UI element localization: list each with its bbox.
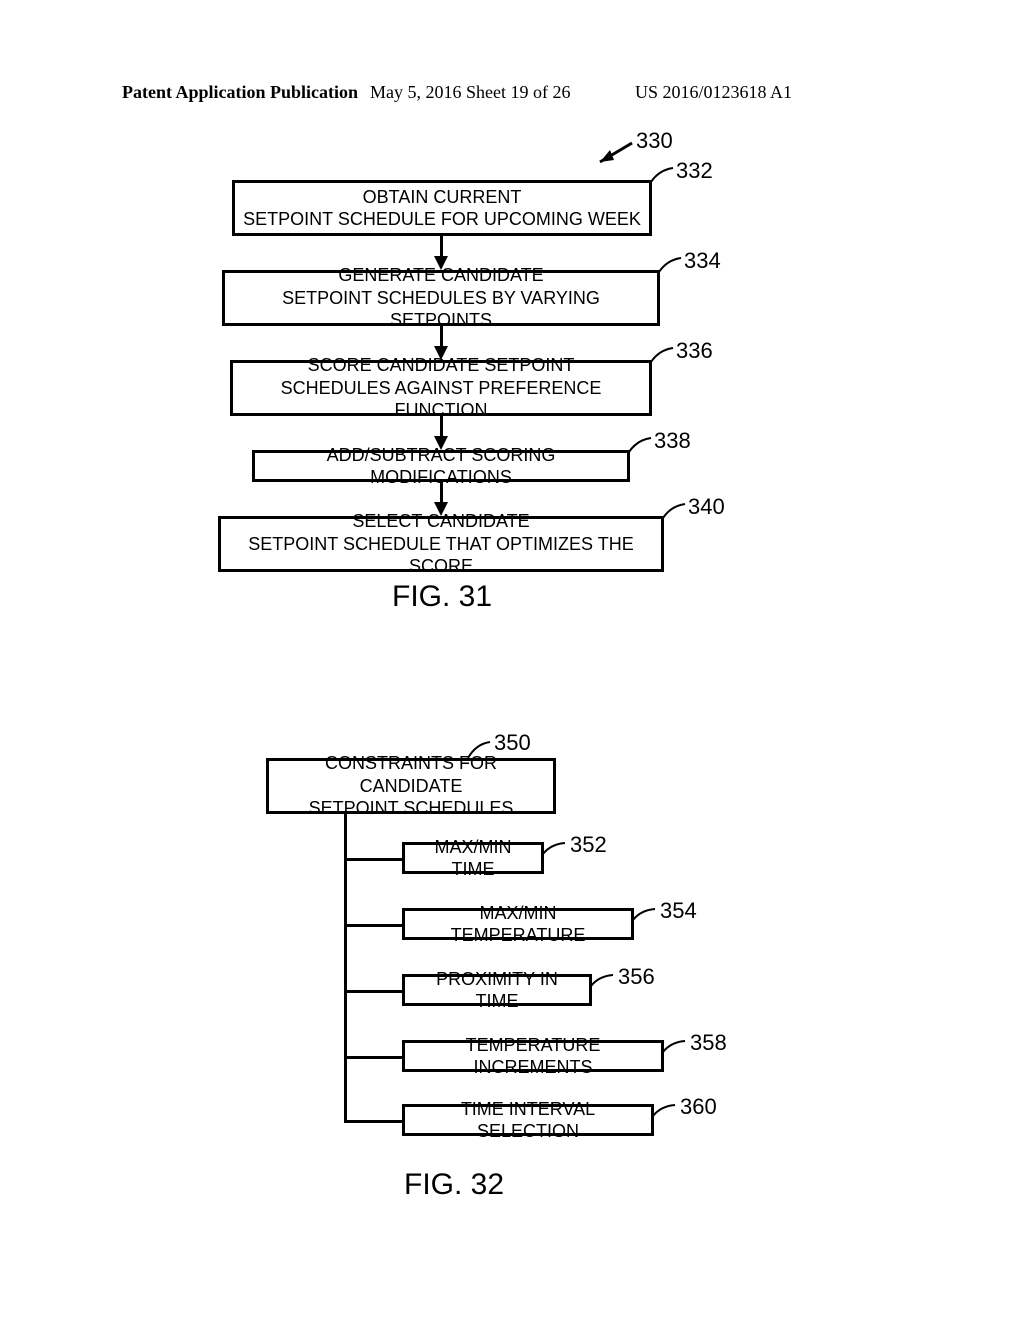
flow-step-334-l2: SETPOINT SCHEDULES BY VARYING SETPOINTS (231, 287, 651, 332)
leader-354 (633, 906, 663, 928)
ref-358: 358 (690, 1030, 727, 1056)
header-right: US 2016/0123618 A1 (635, 82, 792, 103)
ref-354: 354 (660, 898, 697, 924)
ref-334: 334 (684, 248, 721, 274)
flow-step-340: SELECT CANDIDATE SETPOINT SCHEDULE THAT … (218, 516, 664, 572)
fig32-caption: FIG. 32 (404, 1168, 504, 1202)
flow-step-332-l2: SETPOINT SCHEDULE FOR UPCOMING WEEK (243, 208, 641, 231)
ref-338: 338 (654, 428, 691, 454)
flow-step-332: OBTAIN CURRENT SETPOINT SCHEDULE FOR UPC… (232, 180, 652, 236)
flow-step-340-l2: SETPOINT SCHEDULE THAT OPTIMIZES THE SCO… (227, 533, 655, 578)
ref-356: 356 (618, 964, 655, 990)
tree-item-354: MAX/MIN TEMPERATURE (402, 908, 634, 940)
tree-item-356: PROXIMITY IN TIME (402, 974, 592, 1006)
ref-332: 332 (676, 158, 713, 184)
flow-step-334-l1: GENERATE CANDIDATE (338, 264, 543, 287)
flow-step-340-l1: SELECT CANDIDATE (352, 510, 529, 533)
ref-340: 340 (688, 494, 725, 520)
tree-item-352: MAX/MIN TIME (402, 842, 544, 874)
tree-item-354-text: MAX/MIN TEMPERATURE (413, 902, 623, 947)
tree-root-l1: CONSTRAINTS FOR CANDIDATE (277, 752, 545, 797)
tree-item-360: TIME INTERVAL SELECTION (402, 1104, 654, 1136)
header-mid: May 5, 2016 Sheet 19 of 26 (370, 82, 570, 103)
ref-352: 352 (570, 832, 607, 858)
arrow-4 (440, 482, 443, 504)
ref-336: 336 (676, 338, 713, 364)
arrow-2 (440, 326, 443, 348)
leader-352 (543, 840, 573, 862)
header-left: Patent Application Publication (122, 82, 358, 103)
leader-358 (663, 1038, 693, 1060)
ref-330: 330 (636, 128, 673, 154)
flow-step-336-l1: SCORE CANDIDATE SETPOINT (308, 354, 575, 377)
leader-356 (591, 972, 621, 994)
fig31-caption: FIG. 31 (392, 580, 492, 614)
tree-branch-5 (344, 1120, 402, 1123)
flow-step-334: GENERATE CANDIDATE SETPOINT SCHEDULES BY… (222, 270, 660, 326)
arrow-1 (440, 236, 443, 258)
tree-branch-3 (344, 990, 402, 993)
tree-item-352-text: MAX/MIN TIME (413, 836, 533, 881)
ref-360: 360 (680, 1094, 717, 1120)
flow-step-336: SCORE CANDIDATE SETPOINT SCHEDULES AGAIN… (230, 360, 652, 416)
tree-item-358: TEMPERATURE INCREMENTS (402, 1040, 664, 1072)
tree-root-l2: SETPOINT SCHEDULES (309, 797, 514, 820)
tree-item-358-text: TEMPERATURE INCREMENTS (413, 1034, 653, 1079)
ref-350: 350 (494, 730, 531, 756)
leader-360 (653, 1102, 683, 1124)
tree-item-356-text: PROXIMITY IN TIME (413, 968, 581, 1013)
flow-step-336-l2: SCHEDULES AGAINST PREFERENCE FUNCTION (239, 377, 643, 422)
arrow-3 (440, 416, 443, 438)
tree-root-350: CONSTRAINTS FOR CANDIDATE SETPOINT SCHED… (266, 758, 556, 814)
tree-branch-2 (344, 924, 402, 927)
tree-item-360-text: TIME INTERVAL SELECTION (413, 1098, 643, 1143)
tree-branch-4 (344, 1056, 402, 1059)
tree-branch-1 (344, 858, 402, 861)
flow-step-332-l1: OBTAIN CURRENT (363, 186, 522, 209)
flow-step-338: ADD/SUBTRACT SCORING MODIFICATIONS (252, 450, 630, 482)
